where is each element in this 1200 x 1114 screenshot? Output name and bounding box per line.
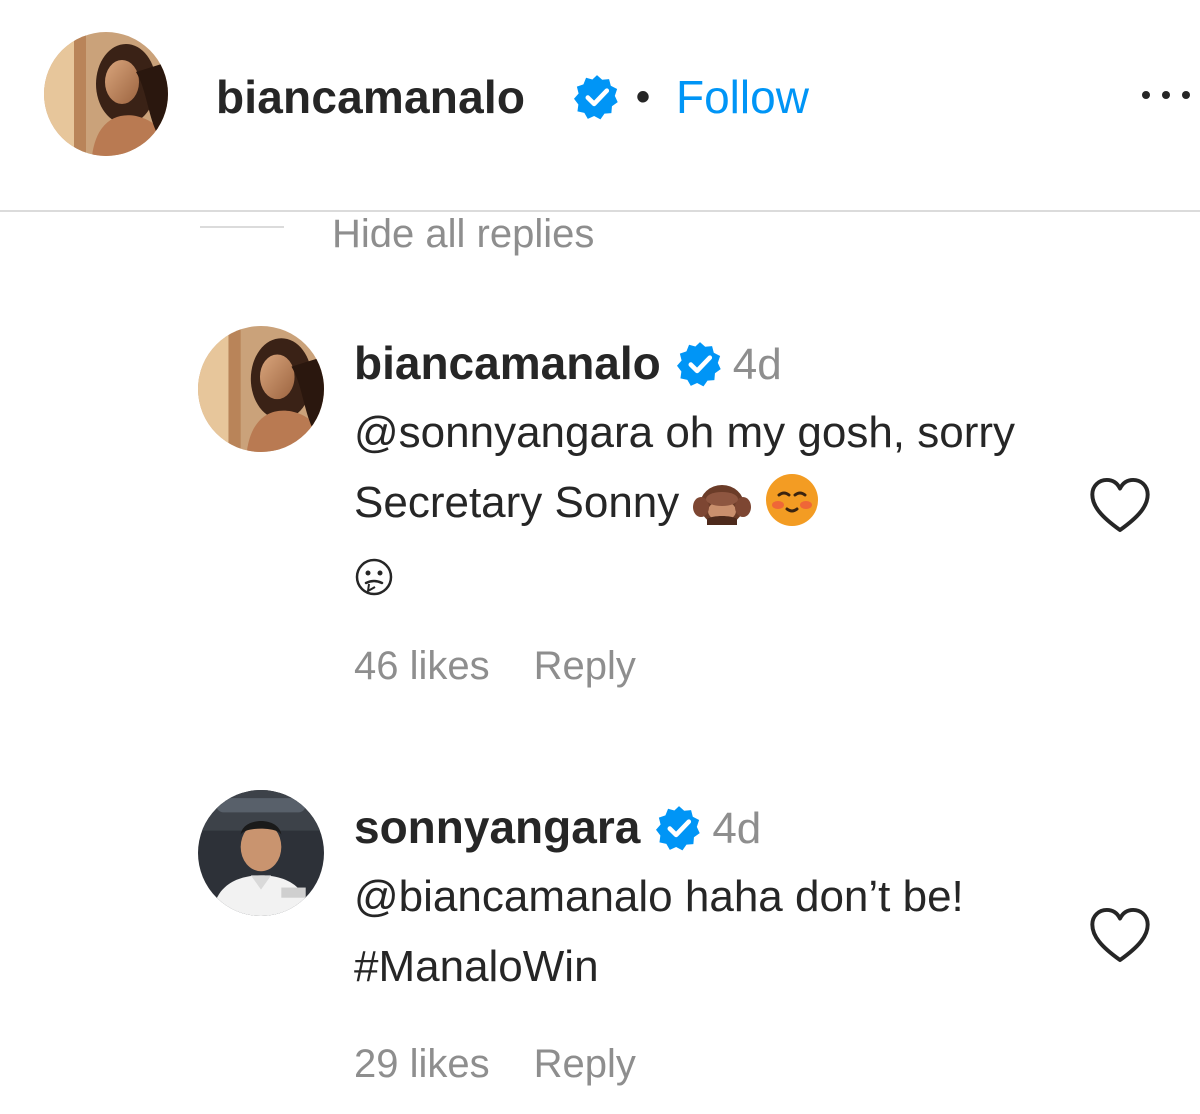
verified-badge-icon [656, 806, 701, 851]
comment-avatar[interactable] [198, 790, 324, 916]
comment-timestamp[interactable]: 4d [712, 804, 761, 853]
profile-avatar[interactable] [44, 32, 168, 156]
comment-mention[interactable]: @biancamanalo [354, 872, 673, 921]
header-separator: • [636, 75, 651, 119]
reply-button[interactable]: Reply [534, 644, 636, 688]
comment-meta: 46 likes Reply [354, 636, 1054, 696]
comment-meta: 29 likes Reply [354, 1034, 1054, 1094]
comment-username[interactable]: biancamanalo [354, 337, 661, 389]
see-no-evil-monkey-emoji [693, 485, 752, 525]
verified-badge-icon [574, 75, 618, 120]
replies-divider [200, 226, 284, 228]
like-heart-icon[interactable] [1088, 906, 1152, 964]
hide-replies-button[interactable]: Hide all replies [332, 208, 594, 260]
comment-mention[interactable]: @sonnyangara [354, 408, 653, 457]
comment-avatar[interactable] [198, 326, 324, 452]
follow-button[interactable]: Follow [676, 62, 809, 132]
woozy-face-emoji [355, 558, 393, 596]
verified-badge-icon [676, 342, 721, 387]
header-username[interactable]: biancamanalo [216, 62, 525, 132]
comment-timestamp[interactable]: 4d [733, 340, 782, 389]
comment-body: sonnyangara 4d @biancamanalo haha don’t … [354, 792, 1054, 1094]
comment-username[interactable]: sonnyangara [354, 801, 640, 853]
comment-text: @biancamanalo haha don’t be! #ManaloWin [354, 862, 1054, 1002]
comment-likes[interactable]: 46 likes [354, 644, 490, 688]
like-heart-icon[interactable] [1088, 476, 1152, 534]
comment-header: sonnyangara 4d [354, 792, 1054, 862]
comment-text: @sonnyangara oh my gosh, sorry Secretary… [354, 398, 1054, 608]
post-header: biancamanalo • Follow [0, 0, 1200, 212]
comment-body: biancamanalo 4d @sonnyangara oh my gosh,… [354, 328, 1054, 696]
comment-header: biancamanalo 4d [354, 328, 1054, 398]
reply-button[interactable]: Reply [534, 1042, 636, 1086]
more-options-icon[interactable] [1140, 80, 1200, 110]
comment-likes[interactable]: 29 likes [354, 1042, 490, 1086]
blushing-face-emoji [766, 474, 819, 526]
